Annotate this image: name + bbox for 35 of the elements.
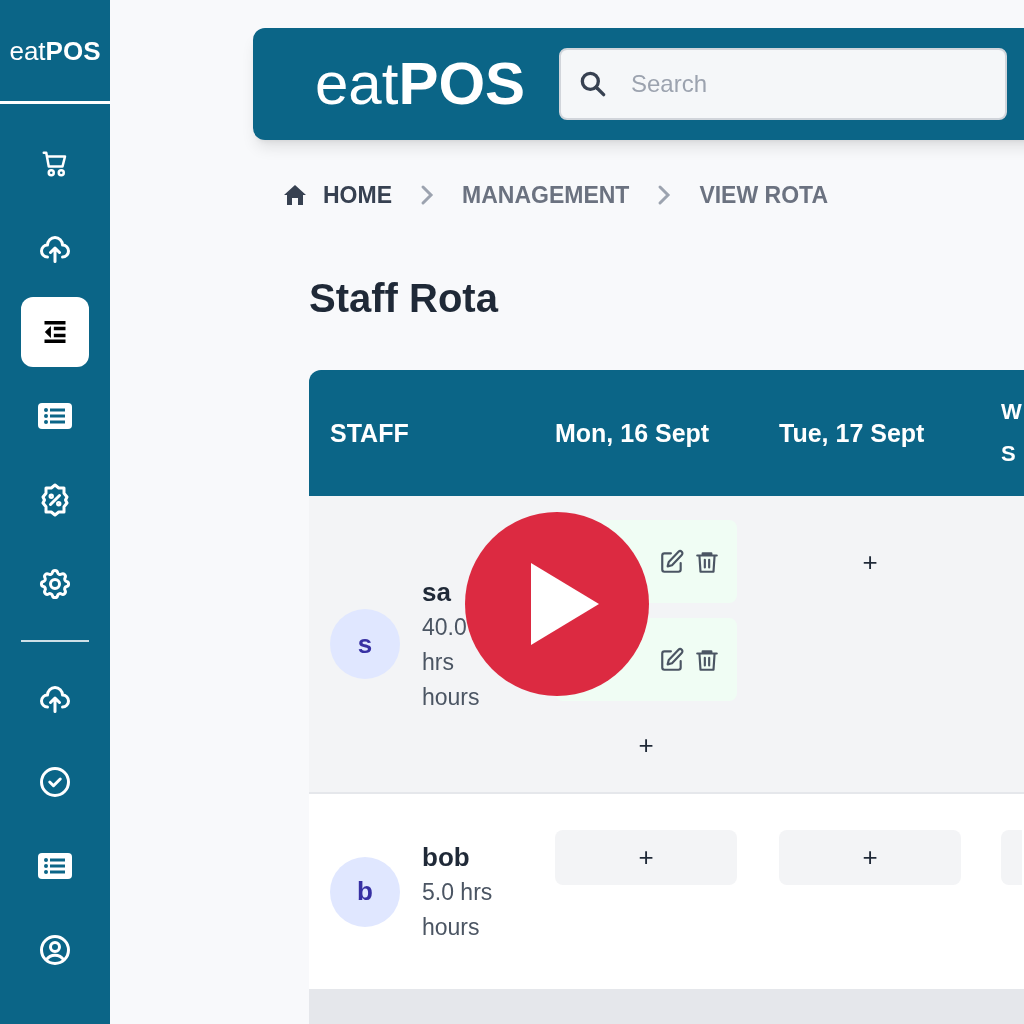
hours-text: 40.0 [422, 612, 468, 642]
column-header: W S [1001, 398, 1022, 468]
settings-icon [37, 566, 73, 602]
avatar: s [330, 609, 400, 679]
breadcrumb-link[interactable]: MANAGEMENT [462, 177, 630, 213]
staff-name: bob [422, 840, 471, 874]
breadcrumb-link[interactable]: VIEW ROTA [699, 177, 828, 213]
add-shift-button[interactable]: + [779, 830, 961, 885]
edit-icon[interactable] [659, 646, 685, 673]
home-icon [283, 184, 307, 206]
hours-text: 5.0 hrs [422, 877, 493, 907]
staff-name: sa [422, 575, 452, 609]
column-header: Mon, 16 Sept [555, 418, 711, 449]
list-icon [37, 852, 73, 880]
breadcrumb-link[interactable]: HOME [323, 177, 392, 213]
hours-text: hrs [422, 647, 455, 677]
sidebar-item[interactable] [21, 297, 89, 367]
hours-text: hours [422, 912, 481, 942]
check-circle-icon [37, 764, 73, 800]
search-field[interactable]: Search [559, 48, 1007, 120]
user-circle-icon [37, 932, 73, 968]
chevron-right-icon [420, 184, 434, 206]
add-shift-button[interactable]: + [630, 732, 662, 758]
avatar: b [330, 856, 400, 927]
chevron-right-icon [657, 184, 672, 206]
column-header: STAFF [330, 418, 410, 449]
add-shift-button[interactable]: + [555, 830, 737, 885]
add-shift-button[interactable]: + [854, 548, 886, 575]
column-header: Tue, 17 Sept [779, 418, 926, 449]
hours-text: hours [422, 682, 480, 712]
page-title: Staff Rota [309, 278, 500, 318]
edit-icon[interactable] [659, 548, 685, 575]
list-icon [37, 402, 73, 430]
logo: eatPOS [9, 37, 101, 64]
logo: eatPOS [315, 54, 527, 114]
